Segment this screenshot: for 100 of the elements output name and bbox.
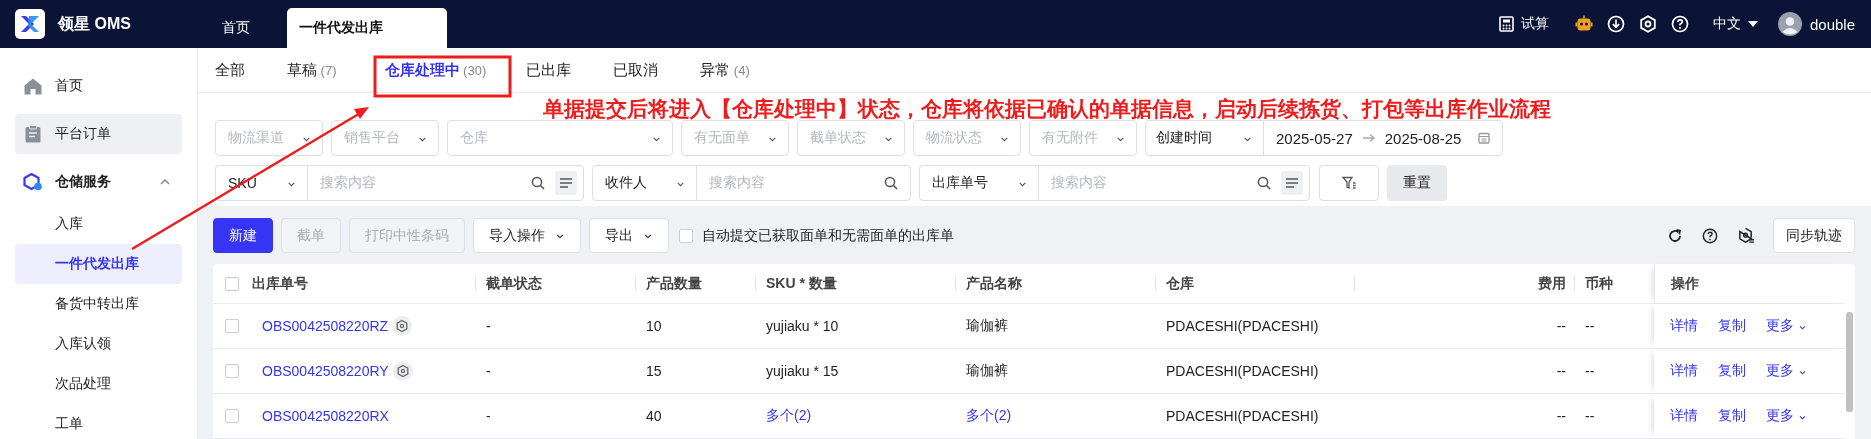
more-link[interactable]: 更多 (1766, 362, 1807, 380)
sidebar-subitem[interactable]: 工单 (15, 404, 182, 439)
sidebar-subitem[interactable]: 入库认领 (15, 324, 182, 364)
table-cell: yujiaku * 15 (766, 363, 839, 379)
reset-button[interactable]: 重置 (1387, 165, 1447, 202)
status-tab[interactable]: 全部 (215, 60, 245, 80)
more-link[interactable]: 更多 (1766, 317, 1807, 335)
status-tab[interactable]: 已出库 (526, 60, 572, 80)
table-cell: -- (1556, 408, 1566, 424)
avatar-icon[interactable] (1777, 12, 1802, 36)
date-type-select[interactable]: 创建时间 (1146, 121, 1264, 156)
table-cell: 瑜伽裤 (966, 362, 1008, 380)
row-checkbox[interactable] (225, 364, 239, 378)
chevron-icon (160, 179, 170, 185)
table-cell: -- (1556, 318, 1566, 334)
status-tab[interactable]: 仓库处理中 (30) (384, 60, 487, 80)
settings-icon[interactable] (1638, 15, 1657, 33)
calendar-icon[interactable] (1478, 132, 1491, 145)
table-cell: PDACESHI(PDACESHI) (1166, 363, 1319, 379)
language-select[interactable]: 中文 (1712, 15, 1758, 33)
clipboard-icon (23, 125, 43, 143)
field-select[interactable]: 出库单号 (920, 166, 1039, 201)
action-link[interactable]: 详情 (1670, 407, 1698, 425)
column-header: SKU * 数量 (766, 274, 837, 293)
cube-icon (23, 173, 43, 191)
status-tab[interactable]: 已取消 (613, 60, 659, 80)
search-icon[interactable] (884, 176, 898, 191)
list-icon (1286, 178, 1298, 189)
order-link[interactable]: OBS0042508220RZ (262, 318, 389, 334)
table-cell: -- (1585, 318, 1595, 334)
multi-line-button[interactable] (1281, 171, 1303, 196)
sidebar-item[interactable]: 首页 (15, 66, 182, 106)
start-date[interactable]: 2025-05-27 (1276, 129, 1353, 147)
column-header: 币种 (1585, 274, 1613, 293)
column-header: 费用 (1538, 274, 1566, 293)
page-tab[interactable]: 一件代发出库 (287, 8, 447, 48)
home-icon (23, 77, 43, 95)
sidebar-subitem[interactable]: 备货中转出库 (15, 284, 182, 324)
user-name[interactable]: double (1809, 15, 1855, 33)
column-header: 操作 (1671, 274, 1699, 293)
sidebar-subitem[interactable]: 一件代发出库 (15, 244, 182, 284)
app-name: 领星 OMS (58, 13, 131, 34)
table-cell: 40 (646, 408, 662, 424)
sku-link[interactable]: 多个(2) (766, 407, 812, 425)
arrow-icon (1361, 133, 1376, 144)
search-icon[interactable] (531, 176, 545, 191)
robot-icon[interactable] (1574, 15, 1593, 33)
scrollbar[interactable] (1846, 312, 1853, 412)
column-header: 截单状态 (486, 274, 542, 293)
checkbox-label: 自动提交已获取面单和无需面单的出库单 (702, 226, 954, 245)
help-icon[interactable] (1702, 227, 1718, 244)
chevron-icon (555, 232, 565, 239)
table-cell: - (486, 363, 491, 379)
search-icon[interactable] (1257, 176, 1271, 191)
table-cell: - (486, 318, 491, 334)
table-cell: -- (1585, 408, 1595, 424)
action-link[interactable]: 详情 (1670, 362, 1698, 380)
refresh-icon[interactable] (1668, 228, 1682, 243)
action-link[interactable]: 复制 (1718, 317, 1746, 335)
download-icon[interactable] (1606, 15, 1625, 33)
product-link[interactable]: 多个(2) (966, 407, 1012, 425)
sidebar-subitem[interactable]: 入库 (15, 204, 182, 244)
row-checkbox[interactable] (225, 409, 239, 423)
logo-icon (15, 9, 45, 39)
table-cell: - (486, 408, 491, 424)
table-cell: PDACESHI(PDACESHI) (1166, 408, 1319, 424)
status-tab[interactable]: 异常 (4) (700, 60, 750, 80)
end-date[interactable]: 2025-08-25 (1384, 129, 1462, 147)
table-cell: -- (1585, 363, 1595, 379)
select-all-checkbox[interactable] (225, 276, 239, 291)
toolbar-button[interactable]: 导入操作 (473, 218, 581, 253)
sidebar-item[interactable]: 平台订单 (15, 114, 182, 154)
toolbar-button[interactable]: 导出 (589, 218, 669, 253)
column-header: 仓库 (1166, 274, 1194, 293)
field-select[interactable]: 收件人 (593, 166, 697, 201)
annotation-text: 单据提交后将进入【仓库处理中】状态，仓库将依据已确认的单据信息，启动后续拣货、打包等出库作业流程 (543, 96, 1551, 121)
more-link[interactable]: 更多 (1766, 407, 1807, 425)
sidebar-subitem[interactable]: 次品处理 (15, 364, 182, 404)
chevron-icon (1798, 324, 1807, 330)
action-link[interactable]: 详情 (1670, 317, 1698, 335)
sidebar-item[interactable]: 仓储服务 (15, 162, 182, 202)
column-header: 产品名称 (966, 274, 1022, 293)
filter-button[interactable] (1319, 165, 1379, 202)
calculator-icon (1498, 16, 1514, 32)
sync-button[interactable]: 同步轨迹 (1773, 218, 1855, 253)
order-link[interactable]: OBS0042508220RX (262, 408, 389, 424)
status-tab[interactable]: 草稿 (7) (287, 60, 337, 80)
row-checkbox[interactable] (225, 319, 239, 333)
calculator-button[interactable]: 试算 (1498, 15, 1549, 33)
chevron-icon (643, 232, 653, 239)
action-link[interactable]: 复制 (1718, 362, 1746, 380)
order-link[interactable]: OBS0042508220RY (262, 363, 389, 379)
table-cell: 10 (646, 318, 662, 334)
page-tab[interactable]: 首页 (210, 8, 287, 48)
checkbox[interactable] (679, 228, 693, 243)
multi-line-button[interactable] (555, 171, 577, 196)
action-link[interactable]: 复制 (1718, 407, 1746, 425)
table-cell: yujiaku * 10 (766, 318, 839, 334)
toolbar-button[interactable]: 新建 (213, 218, 273, 253)
settings-icon[interactable] (1738, 227, 1755, 244)
